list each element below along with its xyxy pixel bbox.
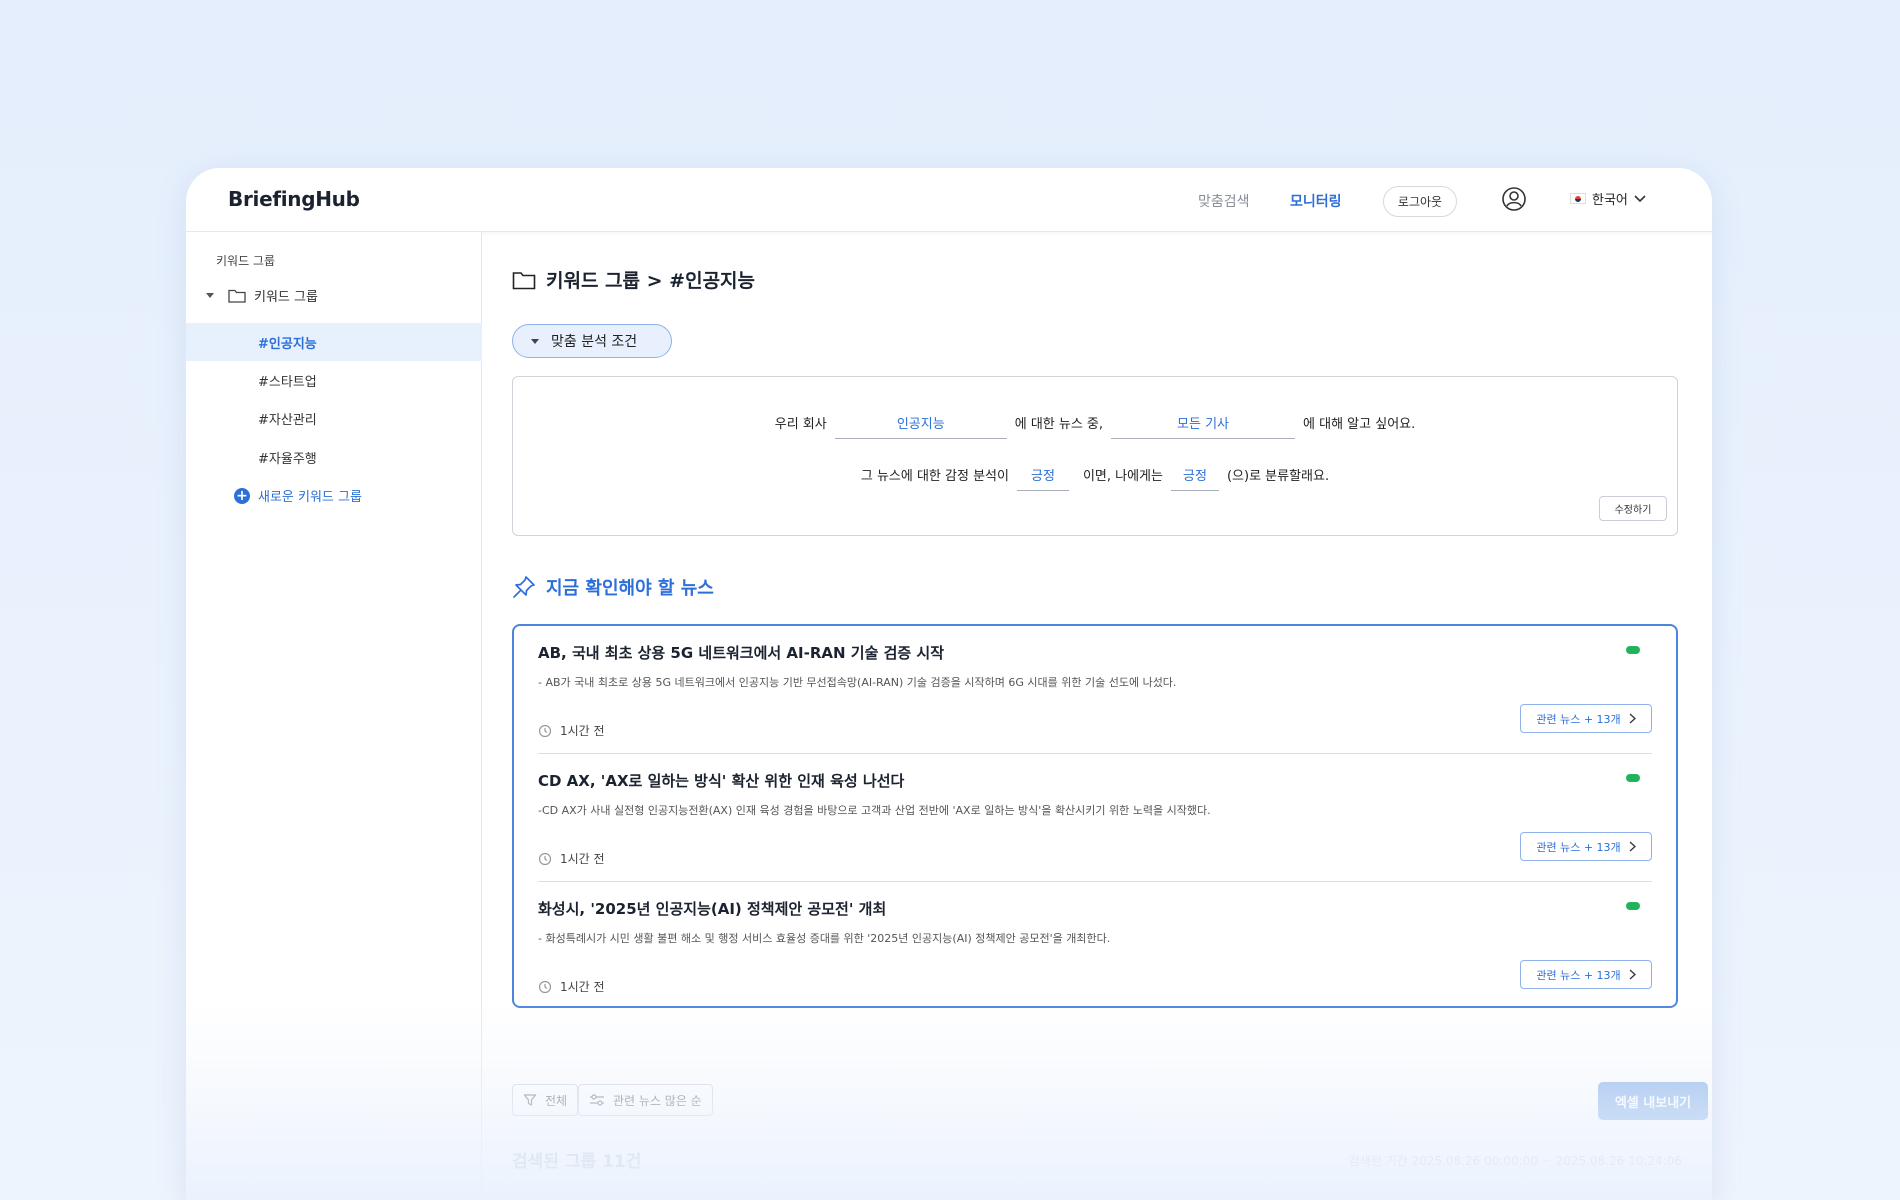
caret-down-icon[interactable] xyxy=(206,293,214,298)
sentiment-slot[interactable]: 긍정 xyxy=(1016,465,1069,491)
condition-mid: 에 대한 뉴스 중, xyxy=(1014,417,1104,432)
folder-icon xyxy=(512,271,536,289)
language-label: 한국어 xyxy=(1592,193,1628,208)
korea-flag-icon xyxy=(1570,193,1586,204)
filter-all-button[interactable]: 전체 xyxy=(512,1084,579,1116)
nav-custom-search[interactable]: 맞춤검색 xyxy=(1198,191,1250,211)
page-title: 키워드 그룹 > #인공지능 xyxy=(512,266,755,293)
news-item[interactable]: AB, 국내 최초 상용 5G 네트워크에서 AI-RAN 기술 검증 시작 -… xyxy=(538,626,1652,754)
sidebar-item-startup[interactable]: #스타트업 xyxy=(186,361,482,399)
urgent-news-list: AB, 국내 최초 상용 5G 네트워크에서 AI-RAN 기술 검증 시작 -… xyxy=(512,624,1678,1008)
news-time-text: 1시간 전 xyxy=(560,980,605,994)
result-count: 검색된 그룹 11건 xyxy=(512,1152,642,1172)
news-summary: -CD AX가 사내 실전형 인공지능전환(AX) 인재 육성 경험을 바탕으로… xyxy=(538,804,1211,817)
main-content: 키워드 그룹 > #인공지능 맞춤 분석 조건 우리 회사 인공지능 에 대한 … xyxy=(482,232,1712,1200)
urgent-news-heading: 지금 확인해야 할 뉴스 xyxy=(512,574,714,600)
news-title[interactable]: AB, 국내 최초 상용 5G 네트워크에서 AI-RAN 기술 검증 시작 xyxy=(538,642,944,663)
news-title[interactable]: CD AX, 'AX로 일하는 방식' 확산 위한 인재 육성 나선다 xyxy=(538,770,904,791)
clock-history-icon xyxy=(538,852,552,865)
filter-all-label: 전체 xyxy=(545,1093,568,1108)
analysis-condition-toggle[interactable]: 맞춤 분석 조건 xyxy=(512,324,672,358)
related-news-button[interactable]: 관련 뉴스 + 13개 xyxy=(1520,704,1652,733)
logout-button[interactable]: 로그아웃 xyxy=(1383,186,1457,217)
new-keyword-group-button[interactable]: + 새로운 키워드 그룹 xyxy=(234,486,362,505)
sliders-icon xyxy=(590,1094,604,1106)
scope-slot[interactable]: 모든 기사 xyxy=(1111,413,1296,439)
chevron-right-icon xyxy=(1629,713,1636,724)
sidebar-item-ai[interactable]: #인공지능 xyxy=(186,323,482,361)
news-time-text: 1시간 전 xyxy=(560,724,605,738)
caret-down-icon xyxy=(531,338,539,344)
status-indicator xyxy=(1626,774,1640,782)
news-time-text: 1시간 전 xyxy=(560,852,605,866)
logo[interactable]: BriefingHub xyxy=(228,187,360,211)
related-news-label: 관련 뉴스 + 13개 xyxy=(1536,712,1621,726)
related-news-label: 관련 뉴스 + 13개 xyxy=(1536,840,1621,854)
news-title[interactable]: 화성시, '2025년 인공지능(AI) 정책제안 공모전' 개최 xyxy=(538,898,886,919)
page-title-text: 키워드 그룹 > #인공지능 xyxy=(546,270,756,292)
news-summary: - AB가 국내 최초로 상용 5G 네트워크에서 인공지능 기반 무선접속망(… xyxy=(538,676,1177,689)
sidebar-item-autonomous-driving[interactable]: #자율주행 xyxy=(186,438,482,476)
search-period: 검색된 기간 2025.08.26 00:00:00 ~ 2025.08.26 … xyxy=(1348,1154,1682,1168)
news-item[interactable]: 화성시, '2025년 인공지능(AI) 정책제안 공모전' 개최 - 화성특례… xyxy=(538,882,1652,1006)
condition-line-1: 우리 회사 인공지능 에 대한 뉴스 중, 모든 기사 에 대해 알고 싶어요. xyxy=(513,413,1677,439)
classification-slot[interactable]: 긍정 xyxy=(1170,465,1219,491)
top-bar: BriefingHub 맞춤검색 모니터링 로그아웃 한국어 xyxy=(186,168,1712,232)
clock-history-icon xyxy=(538,980,552,993)
related-news-button[interactable]: 관련 뉴스 + 13개 xyxy=(1520,960,1652,989)
chevron-down-icon xyxy=(1634,194,1646,202)
nav-monitoring[interactable]: 모니터링 xyxy=(1290,191,1342,211)
news-summary: - 화성특례시가 시민 생활 불편 해소 및 행정 서비스 효율성 증대를 위한… xyxy=(538,932,1111,945)
clock-history-icon xyxy=(538,724,552,737)
urgent-news-heading-text: 지금 확인해야 할 뉴스 xyxy=(546,578,714,599)
condition-suffix: 에 대해 알고 싶어요. xyxy=(1303,417,1416,432)
related-news-label: 관련 뉴스 + 13개 xyxy=(1536,968,1621,982)
keyword-group-root-label: 키워드 그룹 xyxy=(254,290,318,305)
news-time: 1시간 전 xyxy=(538,850,605,867)
sort-button[interactable]: 관련 뉴스 많은 순 xyxy=(578,1084,713,1116)
analysis-condition-label: 맞춤 분석 조건 xyxy=(551,334,638,350)
chevron-right-icon xyxy=(1629,841,1636,852)
new-keyword-group-label: 새로운 키워드 그룹 xyxy=(258,490,362,505)
sentiment-suffix: (으)로 분류할래요. xyxy=(1226,469,1330,484)
related-news-button[interactable]: 관련 뉴스 + 13개 xyxy=(1520,832,1652,861)
pin-icon xyxy=(513,576,535,598)
app-window: BriefingHub 맞춤검색 모니터링 로그아웃 한국어 키워드 그룹 키워… xyxy=(186,168,1712,1200)
sidebar-item-asset-management[interactable]: #자산관리 xyxy=(186,399,482,437)
plus-icon: + xyxy=(234,487,250,504)
language-selector[interactable]: 한국어 xyxy=(1570,189,1646,208)
folder-icon xyxy=(228,289,246,303)
user-profile-icon[interactable] xyxy=(1501,186,1527,212)
sidebar: 키워드 그룹 키워드 그룹 #인공지능 #스타트업 #자산관리 #자율주행 + … xyxy=(186,232,482,1200)
news-item[interactable]: CD AX, 'AX로 일하는 방식' 확산 위한 인재 육성 나선다 -CD … xyxy=(538,754,1652,882)
condition-line-2: 그 뉴스에 대한 감정 분석이 긍정 이면, 나에게는 긍정 (으)로 분류할래… xyxy=(513,465,1677,491)
keyword-slot[interactable]: 인공지능 xyxy=(834,413,1007,439)
sentiment-prefix: 그 뉴스에 대한 감정 분석이 xyxy=(860,469,1009,484)
keyword-group-root[interactable]: 키워드 그룹 xyxy=(206,286,318,305)
chevron-right-icon xyxy=(1629,969,1636,980)
filter-funnel-icon xyxy=(523,1094,537,1106)
sort-label: 관련 뉴스 많은 순 xyxy=(613,1093,702,1108)
excel-export-button[interactable]: 엑셀 내보내기 xyxy=(1598,1082,1708,1120)
status-indicator xyxy=(1626,646,1640,654)
sentiment-mid: 이면, 나에게는 xyxy=(1082,469,1163,484)
edit-condition-button[interactable]: 수정하기 xyxy=(1599,496,1667,521)
news-time: 1시간 전 xyxy=(538,978,605,995)
analysis-condition-box: 우리 회사 인공지능 에 대한 뉴스 중, 모든 기사 에 대해 알고 싶어요.… xyxy=(512,376,1678,536)
sidebar-heading: 키워드 그룹 xyxy=(216,254,276,268)
condition-prefix: 우리 회사 xyxy=(774,417,827,432)
status-indicator xyxy=(1626,902,1640,910)
news-time: 1시간 전 xyxy=(538,722,605,739)
